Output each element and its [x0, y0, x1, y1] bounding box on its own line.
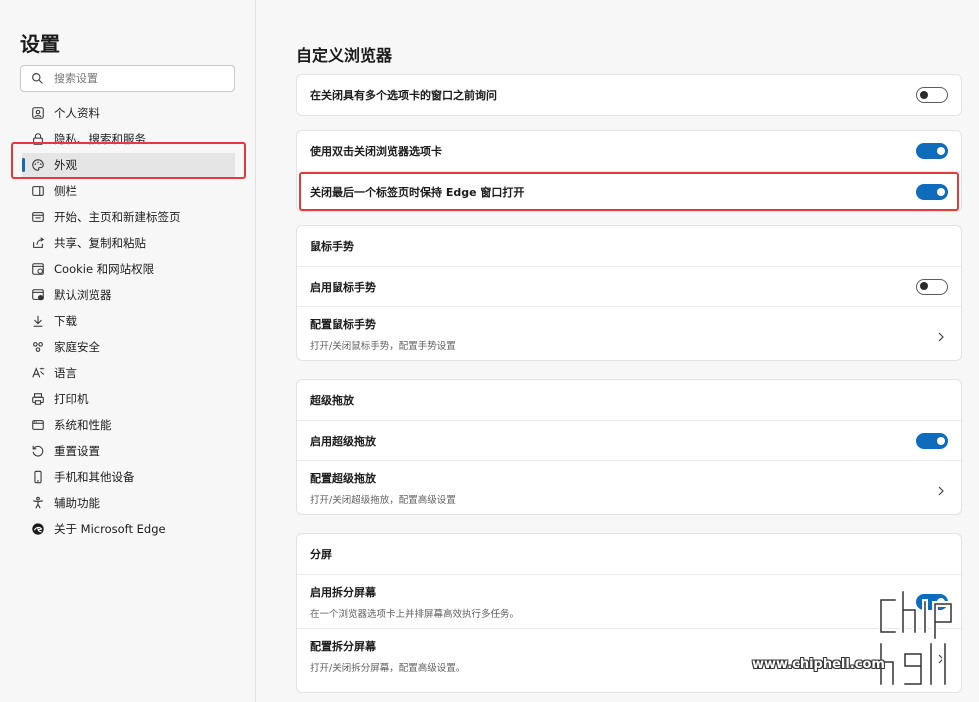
setting-label: 配置拆分屏幕: [310, 639, 376, 653]
watermark-site-text: www.chiphell.com: [752, 657, 885, 672]
setting-description: 在一个浏览器选项卡上并排屏幕高效执行多任务。: [310, 608, 520, 620]
sidebar-item-label: 下载: [54, 314, 77, 328]
card-mouse-gestures: 鼠标手势 启用鼠标手势 配置鼠标手势 打开/关闭鼠标手势，配置手势设置: [296, 225, 962, 361]
download-icon: [30, 313, 46, 329]
sidebar-item-appearance[interactable]: 外观: [22, 153, 235, 177]
setting-label: 配置超级拖放: [310, 471, 376, 485]
ask-before-close-toggle[interactable]: [916, 87, 948, 103]
sidebar-item-system[interactable]: 系统和性能: [22, 413, 237, 437]
sidebar-item-about[interactable]: 关于 Microsoft Edge: [22, 517, 237, 541]
double-click-close-toggle[interactable]: [916, 143, 948, 159]
settings-sidebar: 设置 个人资料 隐私、搜索和服务 外观 侧栏 开始、主页和新建标签页 共享、复制…: [0, 0, 256, 702]
section-title: 超级拖放: [310, 394, 354, 407]
palette-icon: [30, 157, 46, 173]
sidebar-item-cookies[interactable]: Cookie 和网站权限: [22, 257, 237, 281]
profile-icon: [30, 105, 46, 121]
sidebar-item-label: 侧栏: [54, 184, 77, 198]
sidebar-item-label: 手机和其他设备: [54, 470, 135, 484]
sidebar-item-accessibility[interactable]: 辅助功能: [22, 491, 237, 515]
super-drag-toggle[interactable]: [916, 432, 948, 449]
chevron-right-icon: [935, 328, 947, 341]
card-super-drag: 超级拖放 启用超级拖放 配置超级拖放 打开/关闭超级拖放，配置高级设置: [296, 379, 962, 515]
sidebar-item-privacy[interactable]: 隐私、搜索和服务: [22, 127, 237, 151]
sidebar-item-label: 重置设置: [54, 444, 100, 458]
sidebar-item-label: Cookie 和网站权限: [54, 262, 155, 276]
search-box[interactable]: [20, 65, 235, 92]
lock-icon: [30, 131, 46, 147]
section-header-super-drag: 超级拖放: [297, 380, 961, 420]
sidebar-item-printers[interactable]: 打印机: [22, 387, 237, 411]
keep-window-open-toggle[interactable]: [916, 183, 948, 200]
setting-label: 配置鼠标手势: [310, 317, 376, 331]
sidebar-icon: [30, 183, 46, 199]
sidebar-item-label: 默认浏览器: [54, 288, 112, 302]
sidebar-item-label: 共享、复制和粘贴: [54, 236, 146, 250]
sidebar-item-label: 辅助功能: [54, 496, 100, 510]
sidebar-item-language[interactable]: 语言: [22, 361, 237, 385]
sidebar-item-label: 家庭安全: [54, 340, 100, 354]
section-title: 分屏: [310, 548, 332, 561]
sidebar-item-downloads[interactable]: 下载: [22, 309, 237, 333]
search-input[interactable]: [54, 72, 224, 85]
setting-label: 使用双击关闭浏览器选项卡: [310, 145, 442, 158]
sidebar-item-label: 关于 Microsoft Edge: [54, 522, 166, 536]
sidebar-item-phone[interactable]: 手机和其他设备: [22, 465, 237, 489]
setting-row-config-mouse-gestures[interactable]: 配置鼠标手势 打开/关闭鼠标手势，配置手势设置: [297, 306, 961, 360]
setting-row-ask-before-close: 在关闭具有多个选项卡的窗口之前询问: [297, 75, 961, 115]
sidebar-item-start-home[interactable]: 开始、主页和新建标签页: [22, 205, 237, 229]
sidebar-item-share[interactable]: 共享、复制和粘贴: [22, 231, 237, 255]
mouse-gestures-toggle[interactable]: [916, 278, 948, 295]
chevron-right-icon: [935, 482, 947, 495]
sidebar-item-sidebar[interactable]: 侧栏: [22, 179, 237, 203]
sidebar-item-label: 隐私、搜索和服务: [54, 132, 146, 146]
sidebar-item-label: 个人资料: [54, 106, 100, 120]
reset-icon: [30, 443, 46, 459]
cookie-icon: [30, 261, 46, 277]
setting-label: 启用超级拖放: [310, 434, 376, 448]
section-title: 鼠标手势: [310, 240, 354, 253]
system-icon: [30, 417, 46, 433]
section-header-split-screen: 分屏: [297, 534, 961, 574]
sidebar-item-label: 外观: [54, 158, 77, 172]
setting-row-double-click-close: 使用双击关闭浏览器选项卡: [297, 131, 961, 171]
setting-label: 启用鼠标手势: [310, 280, 376, 294]
setting-label: 关闭最后一个标签页时保持 Edge 窗口打开: [310, 185, 525, 199]
language-icon: [30, 365, 46, 381]
sidebar-item-label: 语言: [54, 366, 77, 380]
share-icon: [30, 235, 46, 251]
sidebar-item-profile[interactable]: 个人资料: [22, 101, 237, 125]
family-icon: [30, 339, 46, 355]
sidebar-item-label: 系统和性能: [54, 418, 112, 432]
card-close-warning: 在关闭具有多个选项卡的窗口之前询问: [296, 74, 962, 116]
setting-row-config-split-screen[interactable]: 配置拆分屏幕 打开/关闭拆分屏幕，配置高级设置。: [297, 628, 961, 682]
printer-icon: [30, 391, 46, 407]
setting-label: 在关闭具有多个选项卡的窗口之前询问: [310, 89, 497, 102]
chevron-right-icon: [935, 650, 947, 663]
home-tabs-icon: [30, 209, 46, 225]
setting-label: 启用拆分屏幕: [310, 585, 376, 599]
setting-description: 打开/关闭超级拖放，配置高级设置: [310, 494, 456, 506]
setting-description: 打开/关闭鼠标手势，配置手势设置: [310, 340, 456, 352]
setting-description: 打开/关闭拆分屏幕，配置高级设置。: [310, 662, 466, 674]
sidebar-item-default-browser[interactable]: 默认浏览器: [22, 283, 237, 307]
setting-row-keep-window-open: 关闭最后一个标签页时保持 Edge 窗口打开: [297, 171, 961, 211]
default-browser-icon: [30, 287, 46, 303]
setting-row-enable-mouse-gestures: 启用鼠标手势: [297, 266, 961, 306]
sidebar-item-label: 开始、主页和新建标签页: [54, 210, 181, 224]
phone-icon: [30, 469, 46, 485]
setting-row-config-super-drag[interactable]: 配置超级拖放 打开/关闭超级拖放，配置高级设置: [297, 460, 961, 514]
sidebar-item-label: 打印机: [54, 392, 89, 406]
setting-row-enable-super-drag: 启用超级拖放: [297, 420, 961, 460]
edge-icon: [30, 521, 46, 537]
section-header-mouse-gestures: 鼠标手势: [297, 226, 961, 266]
sidebar-item-family[interactable]: 家庭安全: [22, 335, 237, 359]
search-icon: [32, 73, 43, 84]
accessibility-icon: [30, 495, 46, 511]
card-tab-close: 使用双击关闭浏览器选项卡 关闭最后一个标签页时保持 Edge 窗口打开: [296, 130, 962, 212]
split-screen-toggle[interactable]: [916, 593, 948, 610]
setting-row-enable-split-screen: 启用拆分屏幕 在一个浏览器选项卡上并排屏幕高效执行多任务。: [297, 574, 961, 628]
page-title: 自定义浏览器: [296, 46, 393, 65]
sidebar-item-reset[interactable]: 重置设置: [22, 439, 237, 463]
sidebar-title: 设置: [20, 32, 60, 56]
